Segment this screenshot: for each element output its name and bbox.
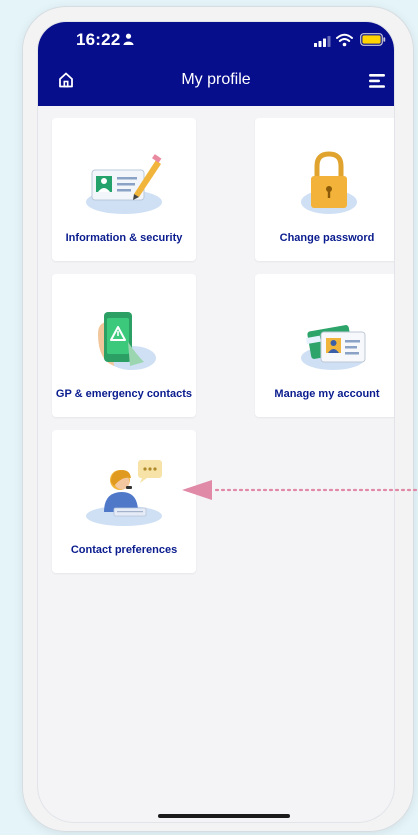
app-header: 16:22 My profile bbox=[38, 22, 394, 106]
home-indicator bbox=[158, 814, 290, 818]
status-time: 16:22 bbox=[76, 30, 121, 49]
signal-icon bbox=[314, 36, 331, 47]
padlock-icon bbox=[301, 151, 357, 214]
tile-label: Information & security bbox=[65, 232, 183, 244]
tile-change-password[interactable]: Change password bbox=[255, 118, 394, 261]
menu-icon[interactable] bbox=[369, 74, 385, 88]
phone-screen: 16:22 My profile Information & security … bbox=[38, 22, 394, 822]
tile-label: Change password bbox=[279, 232, 375, 244]
tile-contact-preferences[interactable]: Contact preferences bbox=[52, 430, 196, 573]
support-agent-icon bbox=[86, 460, 162, 526]
wifi-icon bbox=[336, 33, 353, 47]
page-title: My profile bbox=[181, 71, 251, 88]
tile-label: Manage my account bbox=[274, 388, 380, 400]
tile-gp-emergency-contacts[interactable]: GP & emergency contacts bbox=[52, 274, 196, 417]
tile-manage-my-account[interactable]: Manage my account bbox=[255, 274, 394, 417]
id-card-icon bbox=[86, 154, 162, 214]
person-icon bbox=[123, 33, 134, 45]
annotation-arrow-icon bbox=[182, 480, 418, 500]
tile-label: Contact preferences bbox=[70, 544, 178, 556]
tile-information-security[interactable]: Information & security bbox=[52, 118, 196, 261]
tile-label: GP & emergency contacts bbox=[55, 388, 193, 400]
account-cards-icon bbox=[301, 325, 366, 370]
phone-alert-icon bbox=[98, 312, 156, 370]
battery-icon bbox=[360, 33, 386, 46]
